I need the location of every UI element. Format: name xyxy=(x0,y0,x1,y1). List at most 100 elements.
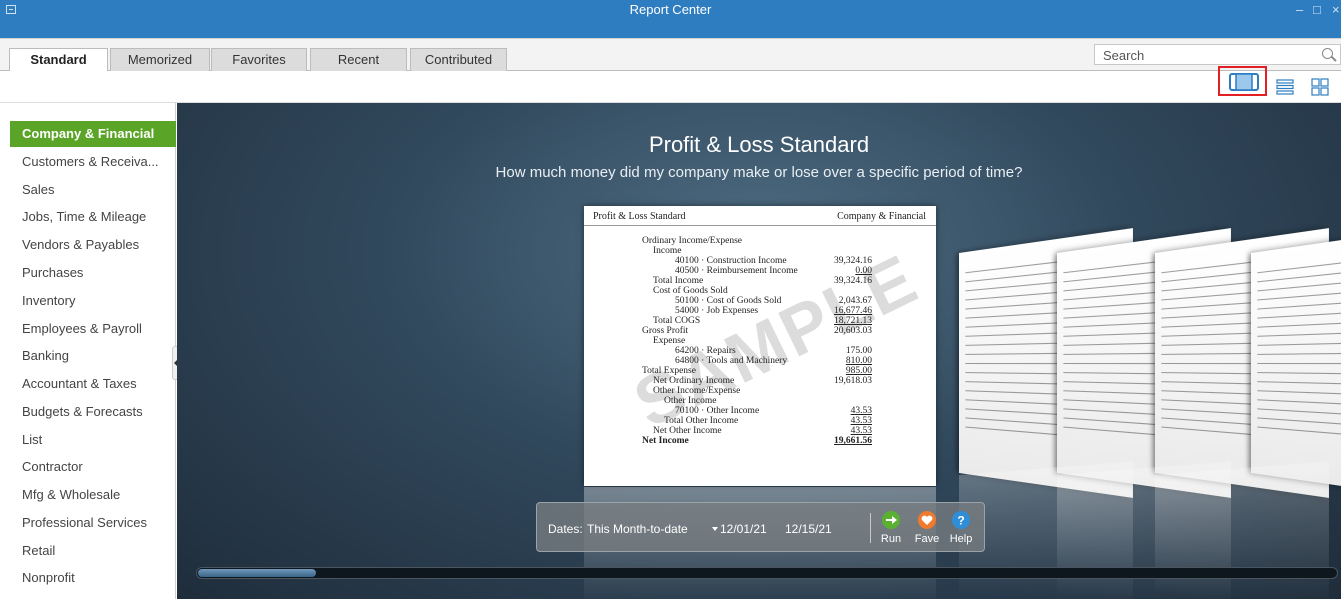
report-row-value: 43.53 xyxy=(851,426,872,436)
report-row: Total Income 39,324.16 xyxy=(584,276,936,286)
sample-card-header: Profit & Loss Standard Company & Financi… xyxy=(584,206,936,226)
sidebar-item-budgets-forecasts[interactable]: Budgets & Forecasts xyxy=(10,399,176,425)
carousel-view-button[interactable] xyxy=(1218,66,1267,96)
report-row-label: Total Expense xyxy=(642,366,696,376)
report-row: 64200 · Repairs 175.00 xyxy=(584,346,936,356)
report-row-label: 64200 · Repairs xyxy=(675,346,736,356)
report-row-value: 810.00 xyxy=(846,356,872,366)
sidebar-item-jobs-time-mileage[interactable]: Jobs, Time & Mileage xyxy=(10,204,176,230)
report-row-label: 54000 · Job Expenses xyxy=(675,306,758,316)
run-icon xyxy=(882,511,900,529)
sidebar-item-accountant-taxes[interactable]: Accountant & Taxes xyxy=(10,371,176,397)
heart-icon xyxy=(918,511,936,529)
report-row-label: Net Income xyxy=(642,436,689,446)
scrollbar-thumb[interactable] xyxy=(198,569,316,577)
sidebar-item-contractor[interactable]: Contractor xyxy=(10,454,176,480)
tab-contributed[interactable]: Contributed xyxy=(410,48,507,72)
list-view-button[interactable] xyxy=(1271,74,1299,100)
report-row: Total COGS 18,721.13 xyxy=(584,316,936,326)
report-row: Other Income/Expense xyxy=(584,386,936,396)
sidebar-item-banking[interactable]: Banking xyxy=(10,343,176,369)
sidebar-item-employees-payroll[interactable]: Employees & Payroll xyxy=(10,316,176,342)
report-row-value: 39,324.16 xyxy=(834,256,872,266)
fave-label: Fave xyxy=(909,533,945,545)
close-icon[interactable]: × xyxy=(1332,2,1340,17)
panel-divider xyxy=(870,513,871,543)
date-from-field[interactable]: 12/01/21 xyxy=(720,522,767,536)
sidebar-item-retail[interactable]: Retail xyxy=(10,538,176,564)
tab-bar: Standard Memorized Favorites Recent Cont… xyxy=(0,38,1341,71)
report-row: Net Other Income 43.53 xyxy=(584,426,936,436)
report-row-label: Cost of Goods Sold xyxy=(653,286,728,296)
category-sidebar: Company & Financial Customers & Receiva.… xyxy=(0,103,176,599)
report-row-label: 70100 · Other Income xyxy=(675,406,759,416)
sidebar-item-inventory[interactable]: Inventory xyxy=(10,288,176,314)
tab-recent[interactable]: Recent xyxy=(310,48,407,72)
sidebar-item-nonprofit[interactable]: Nonprofit xyxy=(10,565,176,591)
report-row-value: 19,661.56 xyxy=(834,436,872,446)
report-row: 64800 · Tools and Machinery 810.00 xyxy=(584,356,936,366)
tab-standard[interactable]: Standard xyxy=(9,48,108,73)
search-input[interactable] xyxy=(1103,47,1303,63)
report-row-label: Net Other Income xyxy=(653,426,722,436)
tab-favorites[interactable]: Favorites xyxy=(211,48,307,72)
report-row: Net Ordinary Income 19,618.03 xyxy=(584,376,936,386)
sidebar-item-sales[interactable]: Sales xyxy=(10,177,176,203)
search-icon[interactable] xyxy=(1322,48,1333,59)
sidebar-item-vendors-payables[interactable]: Vendors & Payables xyxy=(10,232,176,258)
report-row: Ordinary Income/Expense xyxy=(584,236,936,246)
chevron-down-icon[interactable] xyxy=(712,527,718,531)
report-row-label: 40100 · Construction Income xyxy=(675,256,787,266)
date-to-field[interactable]: 12/15/21 xyxy=(785,522,832,536)
report-row: 40100 · Construction Income 39,324.16 xyxy=(584,256,936,266)
report-row-value: 43.53 xyxy=(851,416,872,426)
run-button[interactable]: Run xyxy=(873,511,909,547)
report-row-label: Other Income xyxy=(664,396,717,406)
report-row: Gross Profit 20,603.03 xyxy=(584,326,936,336)
sidebar-item-mfg-wholesale[interactable]: Mfg & Wholesale xyxy=(10,482,176,508)
sidebar-item-purchases[interactable]: Purchases xyxy=(10,260,176,286)
help-button[interactable]: ? Help xyxy=(943,511,979,547)
report-row: Cost of Goods Sold xyxy=(584,286,936,296)
report-row-value: 16,677.46 xyxy=(834,306,872,316)
report-sample-card[interactable]: Profit & Loss Standard Company & Financi… xyxy=(584,206,936,486)
sample-card-category: Company & Financial xyxy=(837,211,926,222)
date-range-dropdown[interactable]: This Month-to-date xyxy=(587,522,688,536)
help-label: Help xyxy=(943,533,979,545)
report-row-value: 39,324.16 xyxy=(834,276,872,286)
maximize-icon[interactable]: □ xyxy=(1313,2,1321,17)
carousel-scrollbar[interactable] xyxy=(196,567,1338,579)
sidebar-item-customers-receivables[interactable]: Customers & Receiva... xyxy=(10,149,176,175)
report-row: 50100 · Cost of Goods Sold 2,043.67 xyxy=(584,296,936,306)
fave-button[interactable]: Fave xyxy=(909,511,945,547)
tab-memorized[interactable]: Memorized xyxy=(110,48,210,72)
search-box[interactable] xyxy=(1094,44,1341,65)
report-row-value: 985.00 xyxy=(846,366,872,376)
report-preview-card[interactable] xyxy=(1251,231,1341,494)
report-row: 54000 · Job Expenses 16,677.46 xyxy=(584,306,936,316)
report-row: 70100 · Other Income 43.53 xyxy=(584,406,936,416)
sidebar-item-professional-services[interactable]: Professional Services xyxy=(10,510,176,536)
report-row-value: 18,721.13 xyxy=(834,316,872,326)
report-row-value: 175.00 xyxy=(846,346,872,356)
report-row: Other Income xyxy=(584,396,936,406)
report-row-label: Total Other Income xyxy=(664,416,738,426)
report-row-label: Total COGS xyxy=(653,316,700,326)
sidebar-item-company-financial[interactable]: Company & Financial xyxy=(10,121,176,147)
report-row: Net Income 19,661.56 xyxy=(584,436,936,446)
report-row-label: Income xyxy=(653,246,682,256)
report-row-value: 2,043.67 xyxy=(839,296,872,306)
svg-text:?: ? xyxy=(957,514,964,528)
run-label: Run xyxy=(873,533,909,545)
report-row-value: 0.00 xyxy=(855,266,872,276)
report-row-label: Expense xyxy=(653,336,685,346)
report-row-label: Gross Profit xyxy=(642,326,688,336)
report-row-value: 43.53 xyxy=(851,406,872,416)
report-row-label: 40500 · Reimbursement Income xyxy=(675,266,798,276)
report-row: Expense xyxy=(584,336,936,346)
grid-view-button[interactable] xyxy=(1306,74,1334,100)
sidebar-item-list[interactable]: List xyxy=(10,427,176,453)
report-title: Profit & Loss Standard xyxy=(177,132,1341,158)
grid-view-icon xyxy=(1310,78,1330,96)
minimize-icon[interactable]: – xyxy=(1296,2,1303,17)
